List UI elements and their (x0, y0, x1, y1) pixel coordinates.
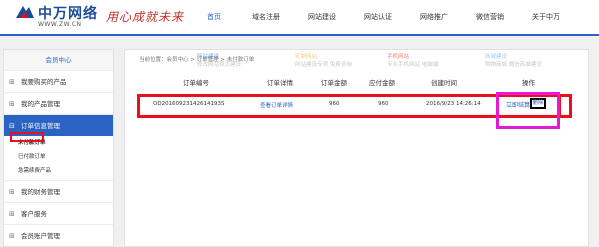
ghost-tab-title: 网站建设 (197, 54, 220, 60)
col-order-no: 订单编号 (183, 79, 209, 87)
expand-icon: ⊞ (9, 100, 15, 108)
logo-url: WWW.ZW.CN (38, 21, 82, 28)
sidebar-item-purchase[interactable]: ⊞ 我要购买的产品 (4, 70, 113, 92)
logo-name: 中万网络 (38, 6, 98, 22)
col-amount: 订单金额 (321, 79, 347, 87)
main-nav: 首页 域名注册 网站建设 网站认证 网络推广 微信营销 关于中万 (190, 8, 574, 26)
sidebar-subitem-paid[interactable]: 已付款订单 (18, 152, 46, 160)
sidebar-item-label: 我的财务管理 (21, 188, 60, 196)
member-sidebar: 会员中心 ⊞ 我要购买的产品 ⊞ 我的产品管理 ⊟ 订单信息管理 未付款订单 已… (3, 49, 114, 247)
action-highlight-box (496, 92, 560, 129)
logo-mark-icon (16, 6, 34, 18)
sidebar-item-label: 我要购买的产品 (21, 78, 67, 86)
ghost-tab-title: 定制网站 (295, 54, 318, 60)
site-header: 中万网络 WWW.ZW.CN 用心成就未来 首页 域名注册 网站建设 网站认证 … (0, 0, 599, 34)
ghost-tab-mobile: 手机网站 专业手机网站 电脑端 (387, 52, 438, 68)
pay-now-button[interactable]: 立即结算 (506, 100, 530, 109)
sidebar-item-label: 会员账户管理 (21, 232, 60, 240)
ghost-tab-desc: 网站建设专项 免费咨询 (295, 62, 352, 68)
ghost-tab-desc: 专业手机网站 电脑端 (387, 62, 439, 68)
page: 中万网络 WWW.ZW.CN 用心成就未来 首页 域名注册 网站建设 网站认证 … (0, 0, 599, 247)
ghost-tab-desc: 购物商城 微信商城建设 (485, 62, 542, 68)
delete-button[interactable]: 删除 (530, 98, 546, 109)
sidebar-item-label: 我的产品管理 (21, 100, 60, 108)
nav-item-about[interactable]: 关于中万 (518, 8, 574, 26)
ghost-tab-mall: 商城建设 购物商城 微信商城建设 (485, 52, 542, 68)
ghost-tab-title: 手机网站 (387, 54, 410, 60)
nav-item-wechat[interactable]: 微信营销 (462, 8, 518, 26)
order-table-header: 订单编号 订单详情 订单金额 应付金额 创建时间 操作 (125, 77, 588, 91)
site-logo[interactable]: 中万网络 WWW.ZW.CN (14, 3, 104, 30)
sidebar-item-products[interactable]: ⊞ 我的产品管理 (4, 92, 113, 114)
col-payable: 应付金额 (369, 79, 395, 87)
col-action: 操作 (522, 79, 535, 87)
sidebar-item-account[interactable]: ⊞ 会员账户管理 (4, 224, 113, 246)
ghost-tab-website: 网站建设 修改网站首页建设 (197, 52, 241, 68)
order-panel: 当前位置：会员中心 > 订单管理 > 未付款订单 网站建设 修改网站首页建设 定… (124, 49, 589, 247)
sidebar-title[interactable]: 会员中心 (4, 50, 113, 70)
slogan: 用心成就未来 (106, 10, 185, 24)
sidebar-item-label: 客户服务 (21, 210, 47, 218)
sidebar-subitem-renew[interactable]: 急需续费产品 (18, 166, 51, 174)
col-details: 订单详情 (267, 79, 293, 87)
sidebar-item-service[interactable]: ⊞ 客户服务 (4, 202, 113, 224)
nav-item-domain[interactable]: 域名注册 (238, 8, 294, 26)
expand-icon: ⊞ (9, 232, 15, 240)
ghost-tab-title: 商城建设 (485, 54, 508, 60)
expand-icon: ⊞ (9, 78, 15, 86)
col-created: 创建时间 (431, 79, 457, 87)
expand-icon: ⊞ (9, 210, 15, 218)
nav-item-website[interactable]: 网站建设 (294, 8, 350, 26)
sidebar-item-finance[interactable]: ⊞ 我的财务管理 (4, 180, 113, 202)
order-row-highlight-box-end (561, 94, 572, 118)
sidebar-item-label: 订单信息管理 (21, 122, 60, 130)
nav-item-certify[interactable]: 网站认证 (350, 8, 406, 26)
expand-icon: ⊞ (9, 188, 15, 196)
unpaid-highlight-box (10, 132, 44, 142)
ghost-tab-custom: 定制网站 网站建设专项 免费咨询 (295, 52, 352, 68)
nav-item-home[interactable]: 首页 (190, 8, 238, 26)
nav-item-promote[interactable]: 网络推广 (406, 8, 462, 26)
ghost-tab-desc: 修改网站首页建设 (197, 62, 242, 68)
